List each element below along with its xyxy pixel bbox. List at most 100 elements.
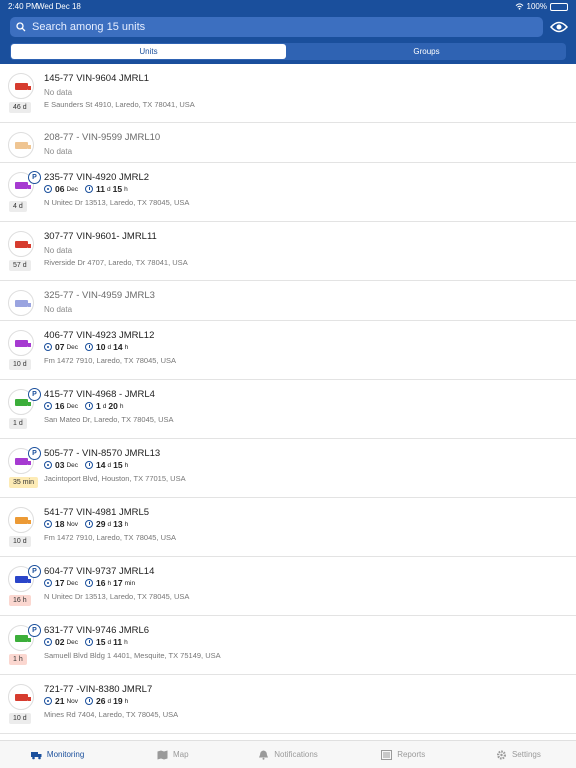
search-bar[interactable] [10,17,543,37]
date-day: 16 [55,401,65,411]
date-day: 02 [55,637,65,647]
unit-stats: 03 Dec 14 d 15 h [44,460,130,470]
duration-b: 19 [113,696,123,706]
tab-reports[interactable]: Reports [346,741,461,768]
segment-groups[interactable]: Groups [288,44,565,59]
tab-bar: Monitoring Map Notifications Reports Setting… [0,740,576,768]
duration-a-unit: d [107,520,112,528]
clock-icon [85,697,94,705]
date-icon [44,461,52,469]
unit-row[interactable]: P 1 h 631-77 VIN-9746 JMRL6 02 Dec 15 d 11 h Samu… [0,616,576,675]
date-month: Dec [66,579,79,587]
age-badge: 16 h [9,595,31,606]
unit-row[interactable]: 10 d 406-77 VIN-4923 JMRL12 07 Dec 10 d 14 h Fm … [0,321,576,380]
unit-row[interactable]: 57 d 307-77 VIN-9601- JMRL11 No data Rivers… [0,222,576,281]
age-badge: 10 d [9,536,31,547]
tab-settings[interactable]: Settings [461,741,576,768]
parking-badge: P [28,624,41,637]
unit-stats: 16 Dec 1 d 20 h [44,401,125,411]
unit-avatar [8,132,34,158]
unit-row[interactable]: 325-77 - VIN-4959 JMRL3 No data [0,281,576,321]
map-icon [157,750,168,760]
unit-row[interactable]: 10 d 721-77 -VIN-8380 JMRL7 21 Nov 26 d 19 h Min… [0,675,576,734]
unit-row[interactable]: 208-77 - VIN-9599 JMRL10 No data [0,123,576,163]
unit-row[interactable]: P 4 d 235-77 VIN-4920 JMRL2 06 Dec 11 d 15 h N Un… [0,163,576,222]
age-badge: 10 d [9,359,31,370]
duration-b-unit: h [124,638,128,646]
clock-icon [85,402,94,410]
unit-avatar [8,73,34,99]
date-month: Nov [66,697,79,705]
duration-b: 14 [113,342,123,352]
date-day: 21 [55,696,65,706]
unit-stats: 21 Nov 26 d 19 h [44,696,130,706]
segmented-control: Units Groups [10,43,566,60]
truck-icon [15,340,31,347]
age-badge: 10 d [9,713,31,724]
date-day: 18 [55,519,65,529]
unit-name: 415-77 VIN-4968 - JMRL4 [44,389,155,400]
date-icon [44,343,52,351]
truck-icon [15,694,31,701]
date-month: Dec [66,402,79,410]
truck-icon [15,182,31,189]
parking-badge: P [28,565,41,578]
duration-b-unit: h [119,402,124,410]
duration-b: 20 [108,401,118,411]
duration-a-unit: d [107,638,112,646]
unit-avatar [8,684,34,710]
date-month: Dec [66,343,79,351]
unit-stats: 17 Dec 16 h 17 min [44,578,137,588]
unit-avatar [8,290,34,316]
tab-label: Map [173,750,189,759]
age-badge: 46 d [9,102,31,113]
duration-a-unit: d [107,343,112,351]
unit-row[interactable]: 46 d 145-77 VIN-9604 JMRL1 No data E Saunde… [0,64,576,123]
unit-row[interactable]: P 35 min 505-77 - VIN-8570 JMRL13 03 Dec 14 d 1… [0,439,576,498]
unit-list[interactable]: 46 d 145-77 VIN-9604 JMRL1 No data E Saunde… [0,64,576,740]
tab-notifications[interactable]: Notifications [230,741,345,768]
unit-name: 406-77 VIN-4923 JMRL12 [44,330,155,341]
unit-row[interactable]: P 1 d 415-77 VIN-4968 - JMRL4 16 Dec 1 d 20 h San… [0,380,576,439]
search-input[interactable] [32,21,512,33]
eye-icon[interactable] [550,20,568,34]
duration-a: 29 [96,519,106,529]
clock-icon [85,185,94,193]
date-month: Dec [66,185,79,193]
duration-a-unit: d [107,185,111,193]
tab-monitoring[interactable]: Monitoring [0,741,115,768]
status-time: 2:40 PM [8,2,38,11]
date-icon [44,579,52,587]
unit-name: 631-77 VIN-9746 JMRL6 [44,625,150,636]
truck-icon [15,517,31,524]
unit-address: E Saunders St 4910, Laredo, TX 78041, US… [44,100,195,109]
unit-row[interactable]: P 16 h 604-77 VIN-9737 JMRL14 17 Dec 16 h 17 min… [0,557,576,616]
unit-address: N Unitec Dr 13513, Laredo, TX 78045, USA [44,198,190,207]
clock-icon [85,638,94,646]
truck-icon [15,142,31,149]
truck-icon [15,300,31,307]
date-icon [44,697,52,705]
no-data-label: No data [44,88,73,97]
battery-percent: 100% [526,2,547,11]
unit-row[interactable]: 10 d 541-77 VIN-4981 JMRL5 18 Nov 29 d 13 h Fm 1… [0,498,576,557]
age-badge: 1 d [9,418,27,429]
duration-a-unit: d [107,697,112,705]
duration-b: 13 [113,519,123,529]
truck-icon [15,241,31,248]
age-badge: 57 d [9,260,31,271]
unit-address: Jacintoport Blvd, Houston, TX 77015, USA [44,474,186,483]
duration-b-unit: h [124,697,129,705]
age-badge: 4 d [9,201,27,212]
unit-avatar [8,231,34,257]
duration-a-unit: d [107,461,112,469]
segment-units[interactable]: Units [11,44,286,59]
unit-address: Riverside Dr 4707, Laredo, TX 78041, USA [44,258,188,267]
date-icon [44,402,52,410]
tab-map[interactable]: Map [115,741,230,768]
unit-avatar [8,507,34,533]
duration-a: 1 [96,401,101,411]
unit-name: 325-77 - VIN-4959 JMRL3 [44,290,155,301]
date-month: Nov [66,520,79,528]
unit-stats: 18 Nov 29 d 13 h [44,519,130,529]
